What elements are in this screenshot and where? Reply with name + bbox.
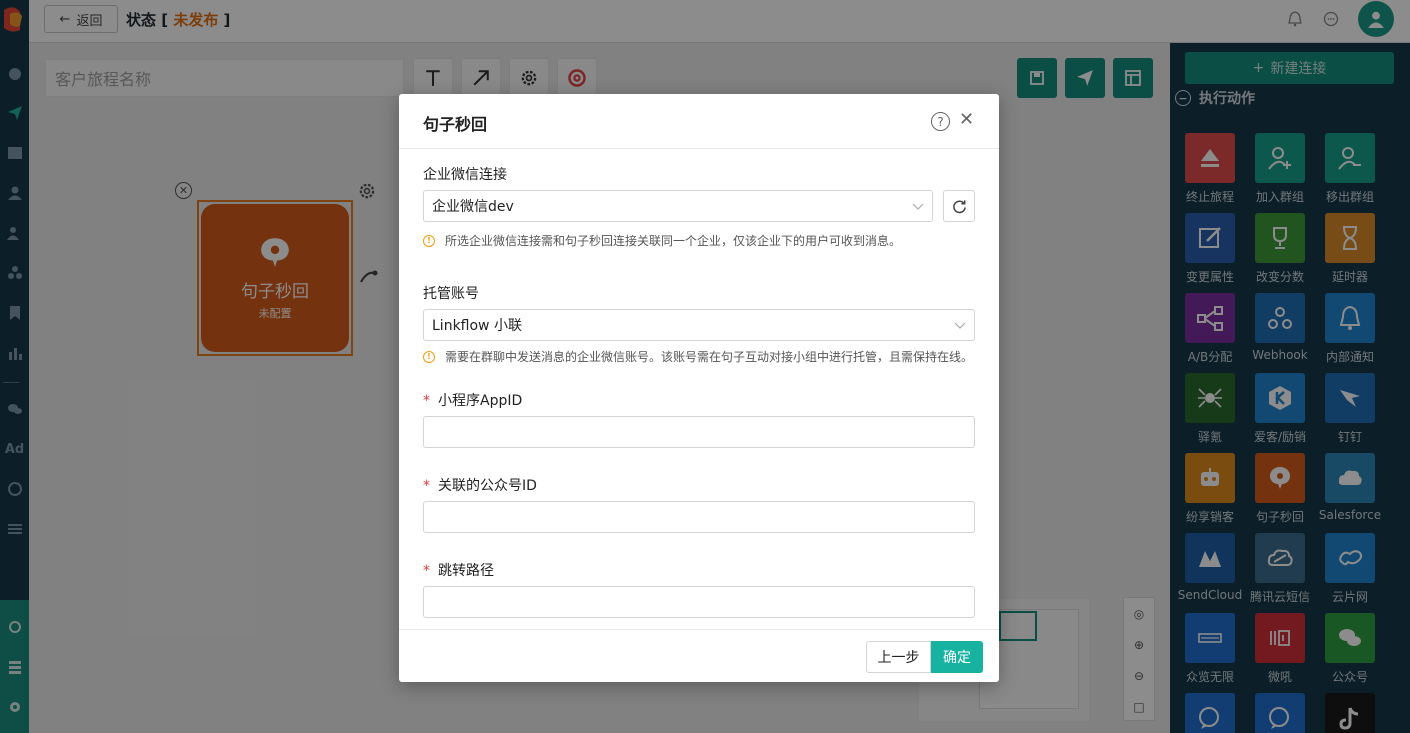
hosted-account-hint-text: 需要在群聊中发送消息的企业微信账号。该账号需在句子互动对接小组中进行托管，且需保… <box>445 350 974 364</box>
previous-step-button[interactable]: 上一步 <box>866 641 931 673</box>
dialog-title: 句子秒回 <box>423 115 488 134</box>
chevron-down-icon <box>954 322 966 329</box>
wecom-connection-select[interactable]: 企业微信dev <box>423 190 933 222</box>
hosted-account-select[interactable]: Linkflow 小联 <box>423 309 975 341</box>
close-icon[interactable]: ✕ <box>959 111 974 129</box>
refresh-button[interactable] <box>943 190 975 222</box>
hosted-account-label: 托管账号 <box>423 286 479 302</box>
hosted-account-value: Linkflow 小联 <box>432 318 522 334</box>
wecom-connection-label: 企业微信连接 <box>423 167 507 183</box>
wecom-connection-value: 企业微信dev <box>432 199 514 215</box>
wecom-connection-hint-text: 所选企业微信连接需和句子秒回连接关联同一个企业，仅该企业下的用户可收到消息。 <box>445 234 902 248</box>
official-account-id-label: * 关联的公众号ID <box>423 478 537 494</box>
help-icon[interactable]: ? <box>931 112 950 131</box>
refresh-icon <box>952 199 966 213</box>
dialog-footer: 上一步 确定 <box>399 629 999 682</box>
wecom-connection-hint: ! 所选企业微信连接需和句子秒回连接关联同一个企业，仅该企业下的用户可收到消息。 <box>423 232 901 249</box>
miniapp-id-input[interactable] <box>423 416 975 448</box>
config-dialog: 句子秒回 ? ✕ 企业微信连接 企业微信dev ! 所选企业微信连接需和句子秒回… <box>399 94 999 682</box>
official-account-id-input[interactable] <box>423 501 975 533</box>
jump-path-input[interactable] <box>423 586 975 618</box>
dialog-body: 企业微信连接 企业微信dev ! 所选企业微信连接需和句子秒回连接关联同一个企业… <box>399 150 999 628</box>
chevron-down-icon <box>912 203 924 210</box>
warning-icon: ! <box>423 234 435 247</box>
hosted-account-hint: ! 需要在群聊中发送消息的企业微信账号。该账号需在句子互动对接小组中进行托管，且… <box>423 348 973 365</box>
confirm-button[interactable]: 确定 <box>931 641 983 673</box>
jump-path-label: * 跳转路径 <box>423 563 494 579</box>
warning-icon: ! <box>423 350 435 363</box>
dialog-header: 句子秒回 ? ✕ <box>399 94 999 149</box>
miniapp-id-label: * 小程序AppID <box>423 393 523 409</box>
